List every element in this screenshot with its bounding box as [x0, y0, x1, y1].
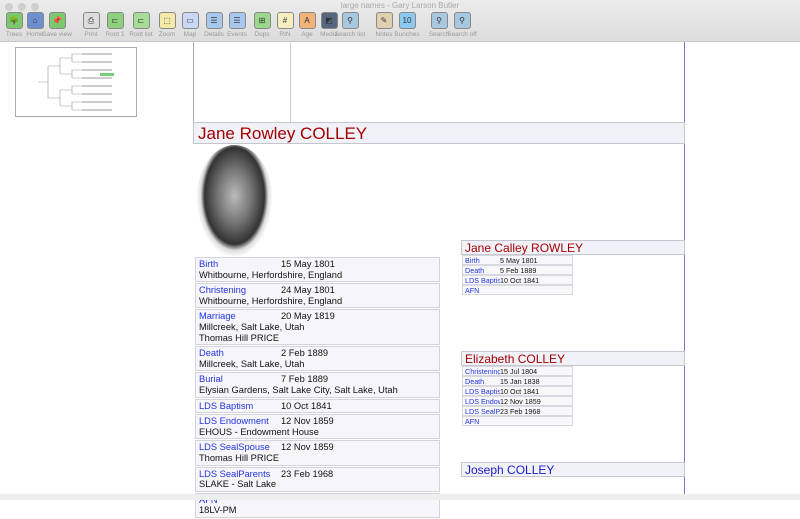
event-row[interactable]: Marriage 20 May 1819 Millcreek, Salt Lake,… — [195, 309, 440, 346]
event-label: AFN — [465, 286, 480, 295]
toolbar-label: Search off — [447, 31, 477, 38]
event-date: 5 May 1801 — [500, 256, 538, 265]
relative-event[interactable]: Death 5 Feb 1889 — [462, 265, 573, 275]
event-label: LDS SealParents — [465, 407, 500, 416]
event-row[interactable]: Death 2 Feb 1889 Millcreek, Salt Lake, Uta… — [195, 346, 440, 372]
event-detail: 18LV-PM — [199, 505, 237, 516]
event-date: 12 Nov 1859 — [281, 442, 334, 453]
person-events: Birth 15 May 1801 Whitbourne, Herfordshire… — [195, 257, 440, 519]
event-detail: Thomas Hill PRICE — [199, 452, 280, 463]
event-row[interactable]: LDS SealParents 23 Feb 1968 SLAKE - Salt L… — [195, 466, 440, 492]
events-icon: ☰ — [228, 12, 246, 29]
event-label: Christening — [465, 367, 500, 376]
bunches-icon: 10 — [398, 12, 416, 29]
tree-line — [290, 42, 291, 122]
event-detail: Thomas Hill PRICE — [199, 332, 280, 343]
person-name[interactable]: Jane Rowley COLLEY — [193, 122, 685, 144]
relative-event[interactable]: AFN — [462, 285, 573, 295]
event-detail: EHOUS - Endowment House — [199, 426, 319, 437]
toolbar-button-search-list[interactable]: ⚲ Search list — [333, 12, 367, 38]
event-date: 23 Feb 1968 — [500, 407, 541, 416]
toolbar-button-search-off[interactable]: ⚲ Search off — [445, 12, 479, 38]
map-icon: ▭ — [181, 12, 199, 29]
relative-card: Elizabeth COLLEY Christening15 Jul 1804 De… — [461, 351, 685, 426]
search-off-icon: ⚲ — [453, 12, 471, 29]
window-title: large names - Gary Larson Butler — [340, 1, 460, 10]
relative-event[interactable]: AFN — [462, 416, 573, 426]
event-label[interactable]: Marriage — [199, 311, 281, 322]
event-label[interactable]: Christening — [199, 285, 281, 296]
event-date: 10 Oct 1841 — [281, 400, 332, 411]
event-row[interactable]: Burial 7 Feb 1889 Elysian Gardens, Salt La… — [195, 372, 440, 398]
event-date: 7 Feb 1889 — [281, 374, 329, 385]
relative-event[interactable]: Christening15 Jul 1804 — [462, 366, 573, 376]
root-list-icon: ⊏ — [132, 12, 150, 29]
event-row[interactable]: Birth 15 May 1801 Whitbourne, Herfordshire… — [195, 257, 440, 283]
event-detail: SLAKE - Salt Lake — [199, 479, 276, 490]
event-date: 23 Feb 1968 — [281, 468, 334, 479]
event-date: 12 Nov 1859 — [500, 397, 541, 406]
relative-name[interactable]: Jane Calley ROWLEY — [461, 240, 685, 255]
relative-event[interactable]: Death 15 Jan 1838 — [462, 376, 573, 386]
event-label: LDS Baptism — [465, 276, 500, 285]
event-detail: Millcreek, Salt Lake, Utah — [199, 321, 305, 332]
event-label: Birth — [465, 256, 480, 265]
event-row[interactable]: LDS SealSpouse 12 Nov 1859 Thomas Hill PRI… — [195, 440, 440, 466]
event-label: Death — [465, 377, 485, 386]
event-label[interactable]: LDS SealSpouse — [199, 442, 281, 453]
search-list-icon: ⚲ — [341, 12, 359, 29]
tree-line — [193, 42, 194, 122]
event-label: LDS Baptism — [465, 387, 500, 396]
tree-minimap[interactable] — [15, 47, 137, 117]
toolbar-button-save-view[interactable]: 📌 Save view — [40, 12, 74, 38]
relative-event[interactable]: LDS SealParents23 Feb 1968 — [462, 406, 573, 416]
relative-event[interactable]: LDS Endowment12 Nov 1859 — [462, 396, 573, 406]
relative-card: Joseph COLLEY — [461, 462, 685, 477]
event-date: 2 Feb 1889 — [281, 348, 329, 359]
event-date: 12 Nov 1859 — [281, 416, 334, 427]
event-date: 5 Feb 1889 — [500, 266, 537, 275]
relative-event[interactable]: LDS Baptism10 Oct 1841 — [462, 386, 573, 396]
event-date: 10 Oct 1841 — [500, 276, 540, 285]
event-row[interactable]: LDS Baptism 10 Oct 1841 — [195, 398, 440, 414]
event-detail: Whitbourne, Herfordshire, England — [199, 295, 343, 306]
toolbar-label: Search list — [334, 31, 366, 38]
event-detail: Millcreek, Salt Lake, Utah — [199, 358, 305, 369]
event-label[interactable]: LDS Endowment — [199, 416, 281, 427]
event-date: 15 Jan 1838 — [500, 377, 540, 386]
event-detail: Elysian Gardens, Salt Lake City, Salt La… — [199, 384, 398, 395]
event-date: 24 May 1801 — [281, 285, 335, 296]
event-date: 15 Jul 1804 — [500, 367, 538, 376]
toolbar-button-bunches[interactable]: 10 Bunches — [390, 12, 424, 38]
relative-name[interactable]: Joseph COLLEY — [461, 462, 685, 477]
event-date: 15 May 1801 — [281, 259, 335, 269]
event-label[interactable]: LDS SealParents — [199, 469, 281, 480]
relative-card: Jane Calley ROWLEY Birth 5 May 1801 Death 5 … — [461, 240, 685, 295]
event-label: Death — [465, 266, 485, 275]
person-photo[interactable] — [196, 145, 273, 258]
event-label[interactable]: LDS Baptism — [199, 401, 281, 412]
event-label[interactable]: Birth — [199, 259, 281, 270]
event-label[interactable]: Burial — [199, 374, 281, 385]
status-bar — [0, 494, 800, 500]
event-row[interactable]: LDS Endowment 12 Nov 1859 EHOUS - Endowmen… — [195, 414, 440, 440]
printer-icon: ⎙ — [82, 12, 100, 29]
relative-name[interactable]: Elizabeth COLLEY — [461, 351, 685, 366]
pin-icon: 📌 — [48, 12, 66, 29]
event-detail: Whitbourne, Herfordshire, England — [199, 269, 343, 280]
event-row[interactable]: Christening 24 May 1801 Whitbourne, Herfor… — [195, 283, 440, 309]
toolbar-label: Save view — [42, 31, 72, 38]
toolbar: large names - Gary Larson Butler 🌳 Trees ⌂… — [0, 0, 800, 42]
event-date: 10 Oct 1841 — [500, 387, 540, 396]
event-label[interactable]: Death — [199, 348, 281, 359]
event-label: AFN — [465, 417, 480, 426]
event-date: 20 May 1819 — [281, 311, 335, 322]
relative-event[interactable]: LDS Baptism10 Oct 1841 — [462, 275, 573, 285]
relative-event[interactable]: Birth 5 May 1801 — [462, 255, 573, 265]
toolbar-label: Bunches — [394, 31, 420, 38]
root-icon: ⊏ — [106, 12, 124, 29]
event-label: LDS Endowment — [465, 397, 500, 406]
